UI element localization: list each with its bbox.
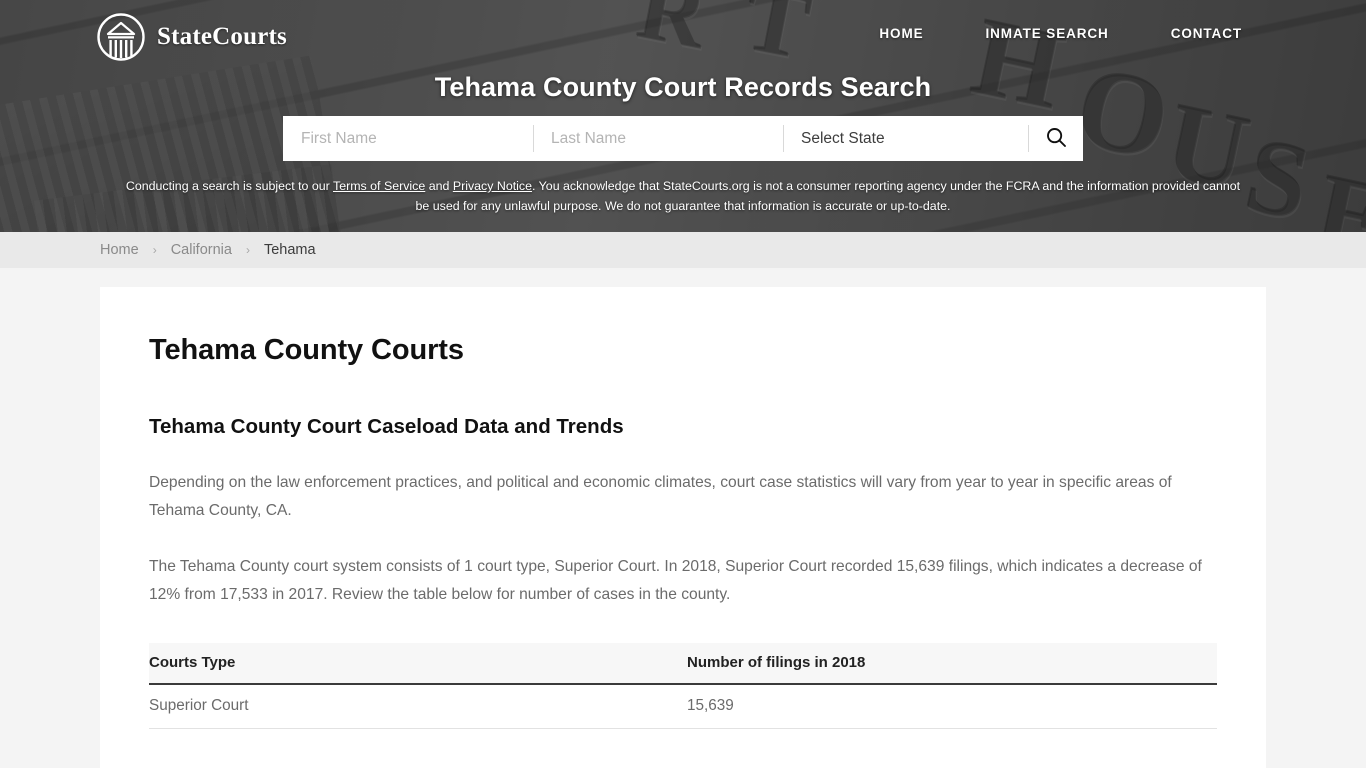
main-navigation: HOME INMATE SEARCH CONTACT	[879, 26, 1242, 41]
paragraph-statistics: The Tehama County court system consists …	[149, 558, 1202, 603]
cell-court-type: Superior Court	[149, 684, 687, 729]
breadcrumb: Home › California › Tehama	[100, 242, 316, 258]
hero-banner: R T H O U S E State	[0, 0, 1366, 232]
terms-of-service-link[interactable]: Terms of Service	[333, 179, 425, 193]
breadcrumb-item-california[interactable]: California	[171, 242, 232, 258]
records-search-form: Select State	[283, 116, 1083, 161]
breadcrumb-item-home[interactable]: Home	[100, 242, 139, 258]
column-header-courts-type: Courts Type	[149, 643, 687, 685]
search-icon	[1045, 126, 1067, 151]
nav-item-inmate-search[interactable]: INMATE SEARCH	[986, 26, 1109, 41]
state-select[interactable]: Select State	[783, 116, 1028, 161]
breadcrumb-separator: ›	[152, 243, 157, 257]
first-name-input[interactable]	[301, 129, 533, 148]
disclaimer-part-3: . You acknowledge that StateCourts.org i…	[415, 179, 1241, 213]
last-name-field[interactable]	[533, 116, 783, 161]
brand-logo[interactable]: StateCourts	[96, 12, 287, 62]
first-name-field[interactable]	[283, 116, 533, 161]
breadcrumb-bar: Home › California › Tehama	[0, 232, 1366, 268]
hero-title: Tehama County Court Records Search	[434, 72, 932, 102]
cell-filings-count: 15,639	[687, 684, 1217, 729]
section-title: Tehama County Court Caseload Data and Tr…	[149, 415, 624, 438]
filings-table: Courts Type Number of filings in 2018 Su…	[149, 643, 1217, 729]
nav-item-contact[interactable]: CONTACT	[1171, 26, 1242, 41]
table-row: Superior Court 15,639	[149, 684, 1217, 729]
disclaimer-part-1: Conducting a search is subject to our	[125, 179, 333, 193]
privacy-notice-link[interactable]: Privacy Notice	[453, 179, 532, 193]
disclaimer-part-2: and	[425, 179, 453, 193]
paragraph-intro: Depending on the law enforcement practic…	[149, 474, 1172, 519]
column-header-filings: Number of filings in 2018	[687, 643, 1217, 685]
search-disclaimer: Conducting a search is subject to our Te…	[123, 176, 1243, 216]
search-button[interactable]	[1028, 116, 1083, 161]
breadcrumb-separator: ›	[245, 243, 250, 257]
courthouse-circle-icon	[96, 12, 146, 62]
nav-item-home[interactable]: HOME	[879, 26, 923, 41]
brand-name: StateCourts	[157, 23, 287, 50]
last-name-input[interactable]	[551, 129, 783, 148]
page-title: Tehama County Courts	[149, 334, 464, 366]
content-card: Tehama County Courts Tehama County Court…	[100, 287, 1266, 768]
state-select-value: Select State	[801, 129, 885, 147]
table-header-row: Courts Type Number of filings in 2018	[149, 643, 1217, 685]
breadcrumb-item-tehama: Tehama	[263, 242, 316, 258]
page-body: Tehama County Courts Tehama County Court…	[0, 268, 1366, 768]
